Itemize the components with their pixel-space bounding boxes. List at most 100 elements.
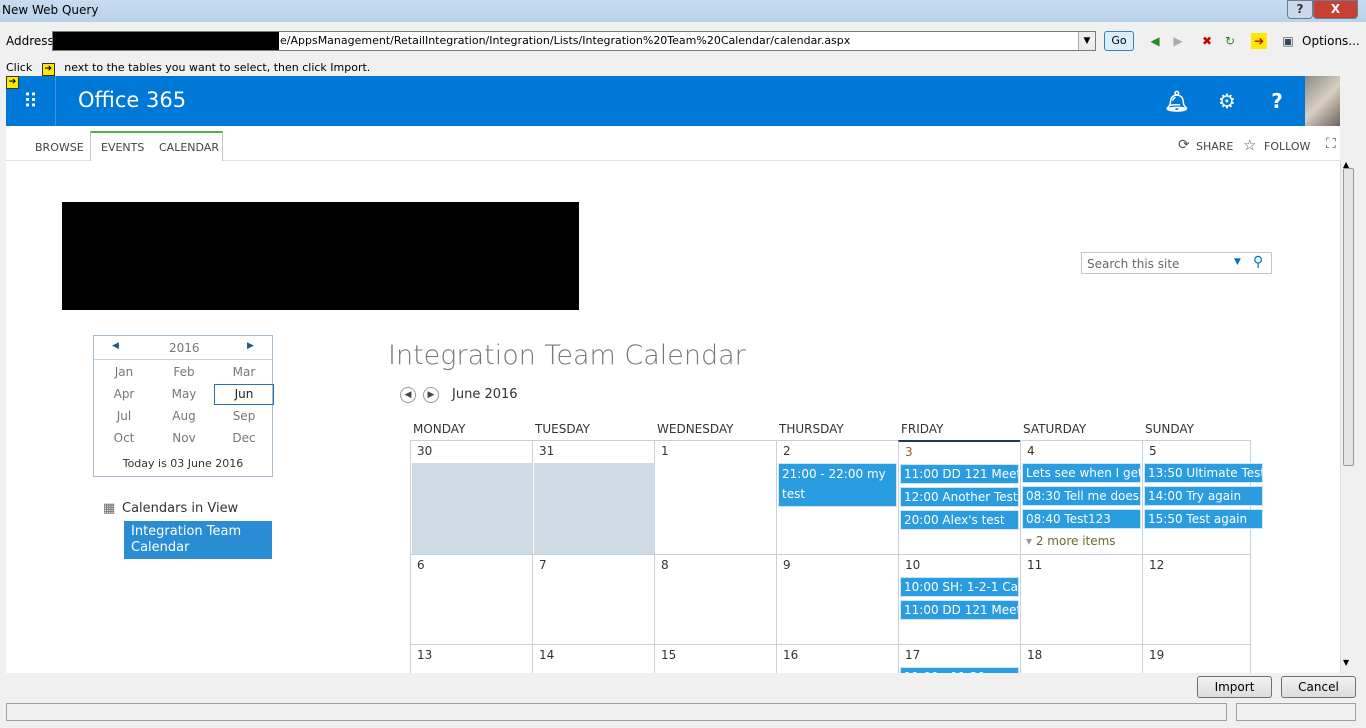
hint-text: Click ➔ next to the tables you want to s… bbox=[6, 61, 370, 76]
calendar-day-cell[interactable]: 4 Lets see when I get t 08:30 Tell me does… bbox=[1020, 440, 1142, 554]
cancel-button[interactable]: Cancel bbox=[1281, 676, 1356, 698]
help-button[interactable]: ? bbox=[1287, 0, 1313, 19]
calendar-day-cell[interactable]: 7 bbox=[532, 554, 654, 644]
day-number: 11 bbox=[1027, 558, 1043, 572]
bell-icon[interactable]: 🔔︎ bbox=[1152, 76, 1202, 126]
follow-button[interactable]: FOLLOW bbox=[1264, 140, 1310, 153]
calendar-day-cell[interactable]: 19 bbox=[1142, 644, 1251, 673]
go-button[interactable]: Go bbox=[1104, 31, 1134, 51]
month-dec[interactable]: Dec bbox=[214, 431, 274, 445]
share-icon: ⟳ bbox=[1178, 137, 1190, 153]
star-icon: ☆ bbox=[1243, 136, 1257, 154]
forward-icon[interactable]: ▶ bbox=[1170, 33, 1186, 49]
day-number: 15 bbox=[661, 648, 677, 662]
share-button[interactable]: SHARE bbox=[1196, 140, 1233, 153]
tab-browse[interactable]: BROWSE bbox=[35, 126, 84, 161]
month-oct[interactable]: Oct bbox=[94, 431, 154, 445]
scrollbar-thumb[interactable] bbox=[1343, 168, 1354, 466]
calendar-grid-icon: ▦ bbox=[103, 501, 116, 516]
address-input[interactable]: e/AppsManagement/RetailIntegration/Integ… bbox=[52, 31, 1096, 51]
avatar[interactable] bbox=[1305, 76, 1340, 126]
calendar-day-cell[interactable]: 3 11:00 DD 121 Meeting 12:00 Another Test … bbox=[898, 440, 1020, 554]
gear-icon[interactable]: ⚙ bbox=[1202, 76, 1252, 126]
day-number: 10 bbox=[905, 558, 921, 572]
address-dropdown[interactable]: ▼ bbox=[1078, 32, 1095, 50]
prev-month-icon[interactable]: ◀ bbox=[400, 387, 416, 403]
calendar-day-cell[interactable]: 31 bbox=[532, 440, 654, 555]
tab-calendar[interactable]: CALENDAR bbox=[159, 126, 219, 161]
calendar-day-cell[interactable]: 2 21:00 - 22:00 my test bbox=[776, 440, 898, 554]
brand-title[interactable]: Office 365 bbox=[78, 88, 186, 112]
prev-year-icon[interactable]: ◀ bbox=[112, 341, 119, 351]
calendar-event[interactable]: 12:00 Another Test f bbox=[900, 487, 1019, 507]
calendar-event[interactable]: 15:50 Test again bbox=[1144, 509, 1263, 529]
tab-events[interactable]: EVENTS bbox=[101, 126, 144, 161]
calendar-day-cell[interactable]: 18 bbox=[1020, 644, 1142, 673]
month-feb[interactable]: Feb bbox=[154, 365, 214, 379]
next-year-icon[interactable]: ▶ bbox=[247, 341, 254, 351]
search-icon[interactable]: ⚲ bbox=[1253, 254, 1263, 270]
close-button[interactable]: X bbox=[1313, 0, 1358, 19]
calendar-day-cell[interactable]: 1 bbox=[654, 440, 776, 554]
calendar-in-view-item[interactable]: Integration Team Calendar bbox=[124, 521, 272, 559]
import-button[interactable]: Import bbox=[1197, 676, 1272, 698]
calendar-event[interactable]: 14:00 Try again bbox=[1144, 486, 1263, 506]
calendar-day-cell[interactable]: 10 10:00 SH: 1-2-1 Catch 11:00 DD 121 Meet… bbox=[898, 554, 1020, 644]
vertical-scrollbar[interactable]: ▲ ▼ bbox=[1340, 160, 1356, 673]
calendar-day-cell[interactable]: 30 bbox=[410, 440, 532, 555]
web-page-view: ➔ ⠿ Office 365 🔔︎ ⚙ ? BROWSE EVENTS CALE… bbox=[6, 76, 1340, 673]
calendar-day-cell[interactable]: 17 11:00 - 11:30 bbox=[898, 644, 1020, 673]
select-table-arrow-icon[interactable]: ➔ bbox=[6, 76, 19, 89]
calendar-event[interactable]: 08:30 Tell me does t bbox=[1022, 486, 1141, 506]
calendar-day-cell[interactable]: 9 bbox=[776, 554, 898, 644]
calendar-day-cell[interactable]: 13 bbox=[410, 644, 532, 673]
search-scope-dropdown-icon[interactable]: ▼ bbox=[1234, 257, 1241, 267]
calendar-event[interactable]: 10:00 SH: 1-2-1 Catch bbox=[900, 577, 1019, 597]
page-title: Integration Team Calendar bbox=[388, 340, 746, 371]
day-number: 9 bbox=[783, 558, 791, 572]
calendar-day-cell[interactable]: 15 bbox=[654, 644, 776, 673]
help-icon[interactable]: ? bbox=[1252, 76, 1302, 126]
calendar-day-cell[interactable]: 12 bbox=[1142, 554, 1251, 644]
calendar-day-cell[interactable]: 8 bbox=[654, 554, 776, 644]
month-jun[interactable]: Jun bbox=[214, 384, 274, 405]
options-button[interactable]: Options... bbox=[1302, 34, 1360, 48]
month-may[interactable]: May bbox=[154, 387, 214, 401]
calendar-day-cell[interactable]: 14 bbox=[532, 644, 654, 673]
day-header: FRIDAY bbox=[901, 422, 944, 436]
day-number: 30 bbox=[417, 444, 433, 458]
calendar-event[interactable]: Lets see when I get t bbox=[1022, 463, 1141, 483]
month-aug[interactable]: Aug bbox=[154, 409, 214, 423]
search-input[interactable]: Search this site ▼ ⚲ bbox=[1081, 252, 1272, 274]
next-month-icon[interactable]: ▶ bbox=[423, 387, 439, 403]
hide-icons-icon[interactable]: ➔ bbox=[1251, 33, 1267, 49]
calendar-event[interactable]: 20:00 Alex's test bbox=[900, 510, 1019, 530]
calendar-event[interactable]: 11:00 DD 121 Meeting bbox=[900, 464, 1019, 484]
calendar-event[interactable]: 21:00 - 22:00 my test bbox=[778, 463, 897, 507]
save-query-icon[interactable]: ▣ bbox=[1280, 33, 1296, 49]
scroll-down-icon[interactable]: ▼ bbox=[1343, 658, 1349, 667]
month-nov[interactable]: Nov bbox=[154, 431, 214, 445]
more-items-label: 2 more items bbox=[1035, 534, 1116, 548]
day-header: SATURDAY bbox=[1023, 422, 1087, 436]
month-jul[interactable]: Jul bbox=[94, 409, 154, 423]
stop-icon[interactable]: ✖ bbox=[1199, 33, 1215, 49]
calendar-event[interactable]: 11:00 - 11:30 bbox=[900, 667, 1019, 673]
month-jan[interactable]: Jan bbox=[94, 365, 154, 379]
calendar-event[interactable]: 08:40 Test123 bbox=[1022, 509, 1141, 529]
more-items-link[interactable]: ▾ 2 more items bbox=[1026, 534, 1116, 548]
month-apr[interactable]: Apr bbox=[94, 387, 154, 401]
back-icon[interactable]: ◀ bbox=[1147, 33, 1163, 49]
calendar-day-cell[interactable]: 5 13:50 Ultimate Test 14:00 Try again 15:50… bbox=[1142, 440, 1263, 554]
calendar-day-cell[interactable]: 6 bbox=[410, 554, 532, 644]
calendar-event[interactable]: 11:00 DD 121 Meeting bbox=[900, 600, 1019, 620]
focus-content-icon[interactable]: ⛶ bbox=[1326, 136, 1336, 152]
calendar-day-cell[interactable]: 16 bbox=[776, 644, 898, 673]
calendar-event[interactable]: 13:50 Ultimate Test bbox=[1144, 463, 1263, 483]
month-sep[interactable]: Sep bbox=[214, 409, 274, 423]
calendar-day-cell[interactable]: 11 bbox=[1020, 554, 1142, 644]
refresh-icon[interactable]: ↻ bbox=[1222, 33, 1238, 49]
dialog-title: New Web Query bbox=[2, 3, 99, 17]
day-number: 6 bbox=[417, 558, 425, 572]
month-mar[interactable]: Mar bbox=[214, 365, 274, 379]
